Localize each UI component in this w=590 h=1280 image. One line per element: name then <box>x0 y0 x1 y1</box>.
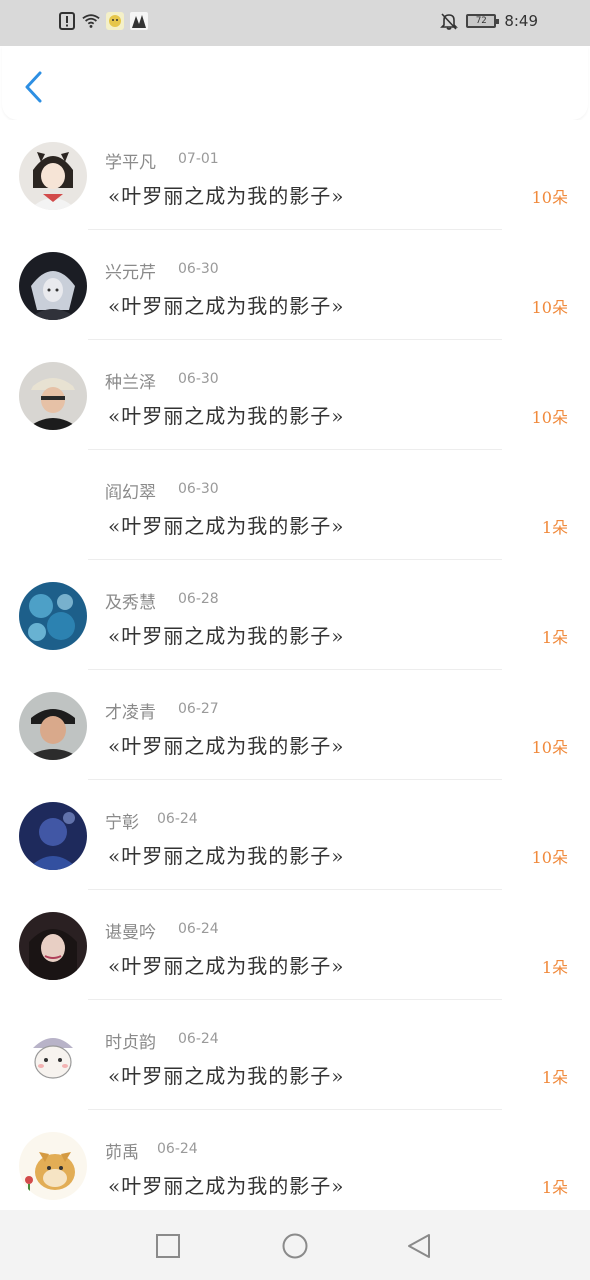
recent-apps-button[interactable] <box>154 1232 182 1260</box>
flower-count: 10朵 <box>531 738 568 757</box>
list-item[interactable]: 种兰泽 06-30 «叶罗丽之成为我的影子» 10朵 <box>0 340 590 450</box>
user-name: 阎幻翠 <box>105 483 156 503</box>
reward-date: 06-24 <box>178 1031 219 1047</box>
user-name: 及秀慧 <box>105 593 156 613</box>
book-title: «叶罗丽之成为我的影子» <box>108 624 345 648</box>
flower-count: 1朵 <box>541 518 568 537</box>
flower-count: 10朵 <box>531 298 568 317</box>
user-name: 时贞韵 <box>105 1033 156 1053</box>
flower-count: 1朵 <box>541 1178 568 1197</box>
home-button[interactable] <box>281 1232 309 1260</box>
avatar[interactable] <box>19 582 87 650</box>
back-button[interactable] <box>22 70 46 104</box>
status-time: 8:49 <box>504 12 538 30</box>
avatar[interactable] <box>19 912 87 980</box>
avatar[interactable] <box>19 472 87 540</box>
reward-date: 06-27 <box>178 701 219 717</box>
list-item[interactable]: 兴元芹 06-30 «叶罗丽之成为我的影子» 10朵 <box>0 230 590 340</box>
user-name: 谌曼吟 <box>105 923 156 943</box>
user-name: 才凌青 <box>105 703 156 723</box>
alert-icon <box>58 12 76 30</box>
flower-count: 1朵 <box>541 628 568 647</box>
square-icon <box>156 1234 180 1258</box>
reward-date: 06-24 <box>157 1141 198 1157</box>
flower-count: 10朵 <box>531 408 568 427</box>
header-bar <box>2 46 588 120</box>
reward-date: 06-30 <box>178 261 219 277</box>
triangle-back-icon <box>408 1234 430 1258</box>
back-nav-button[interactable] <box>405 1232 433 1260</box>
wifi-icon <box>82 12 100 30</box>
book-title: «叶罗丽之成为我的影子» <box>108 1174 345 1198</box>
reward-date: 06-28 <box>178 591 219 607</box>
status-right: 72 8:49 <box>440 12 538 30</box>
list-item[interactable]: 宁彰 06-24 «叶罗丽之成为我的影子» 10朵 <box>0 780 590 890</box>
bell-off-icon <box>440 12 459 30</box>
book-title: «叶罗丽之成为我的影子» <box>108 954 345 978</box>
status-left <box>58 12 148 30</box>
user-name: 兴元芹 <box>105 263 156 283</box>
book-title: «叶罗丽之成为我的影子» <box>108 294 345 318</box>
flower-count: 10朵 <box>531 848 568 867</box>
list-item[interactable]: 茆禹 06-24 «叶罗丽之成为我的影子» 1朵 <box>0 1110 590 1210</box>
list-item[interactable]: 学平凡 07-01 «叶罗丽之成为我的影子» 10朵 <box>0 120 590 230</box>
list-item[interactable]: 阎幻翠 06-30 «叶罗丽之成为我的影子» 1朵 <box>0 450 590 560</box>
avatar[interactable] <box>19 1022 87 1090</box>
list-item[interactable]: 才凌青 06-27 «叶罗丽之成为我的影子» 10朵 <box>0 670 590 780</box>
reward-date: 06-24 <box>157 811 198 827</box>
reward-date: 06-30 <box>178 371 219 387</box>
flower-count: 1朵 <box>541 958 568 977</box>
book-title: «叶罗丽之成为我的影子» <box>108 734 345 758</box>
list-item[interactable]: 谌曼吟 06-24 «叶罗丽之成为我的影子» 1朵 <box>0 890 590 1000</box>
book-title: «叶罗丽之成为我的影子» <box>108 404 345 428</box>
flower-count: 1朵 <box>541 1068 568 1087</box>
avatar[interactable] <box>19 692 87 760</box>
app-icon-2 <box>130 12 148 30</box>
reward-date: 06-24 <box>178 921 219 937</box>
book-title: «叶罗丽之成为我的影子» <box>108 1064 345 1088</box>
flower-count: 10朵 <box>531 188 568 207</box>
book-title: «叶罗丽之成为我的影子» <box>108 184 345 208</box>
avatar[interactable] <box>19 252 87 320</box>
app-icon-1 <box>106 12 124 30</box>
book-title: «叶罗丽之成为我的影子» <box>108 844 345 868</box>
chevron-left-icon <box>25 71 42 103</box>
user-name: 种兰泽 <box>105 373 156 393</box>
list-item[interactable]: 及秀慧 06-28 «叶罗丽之成为我的影子» 1朵 <box>0 560 590 670</box>
user-name: 学平凡 <box>105 153 156 173</box>
reward-list: 学平凡 07-01 «叶罗丽之成为我的影子» 10朵 兴元芹 06-30 «叶罗… <box>0 120 590 1210</box>
battery-icon: 72 <box>466 14 500 28</box>
user-name: 宁彰 <box>105 813 139 833</box>
book-title: «叶罗丽之成为我的影子» <box>108 514 345 538</box>
system-nav-bar <box>0 1210 590 1280</box>
avatar[interactable] <box>19 142 87 210</box>
list-item[interactable]: 时贞韵 06-24 «叶罗丽之成为我的影子» 1朵 <box>0 1000 590 1110</box>
status-bar: 72 8:49 <box>0 0 590 46</box>
reward-date: 06-30 <box>178 481 219 497</box>
avatar[interactable] <box>19 802 87 870</box>
user-name: 茆禹 <box>105 1143 139 1163</box>
circle-icon <box>282 1233 308 1259</box>
avatar[interactable] <box>19 1132 87 1200</box>
avatar[interactable] <box>19 362 87 430</box>
reward-date: 07-01 <box>178 151 219 167</box>
